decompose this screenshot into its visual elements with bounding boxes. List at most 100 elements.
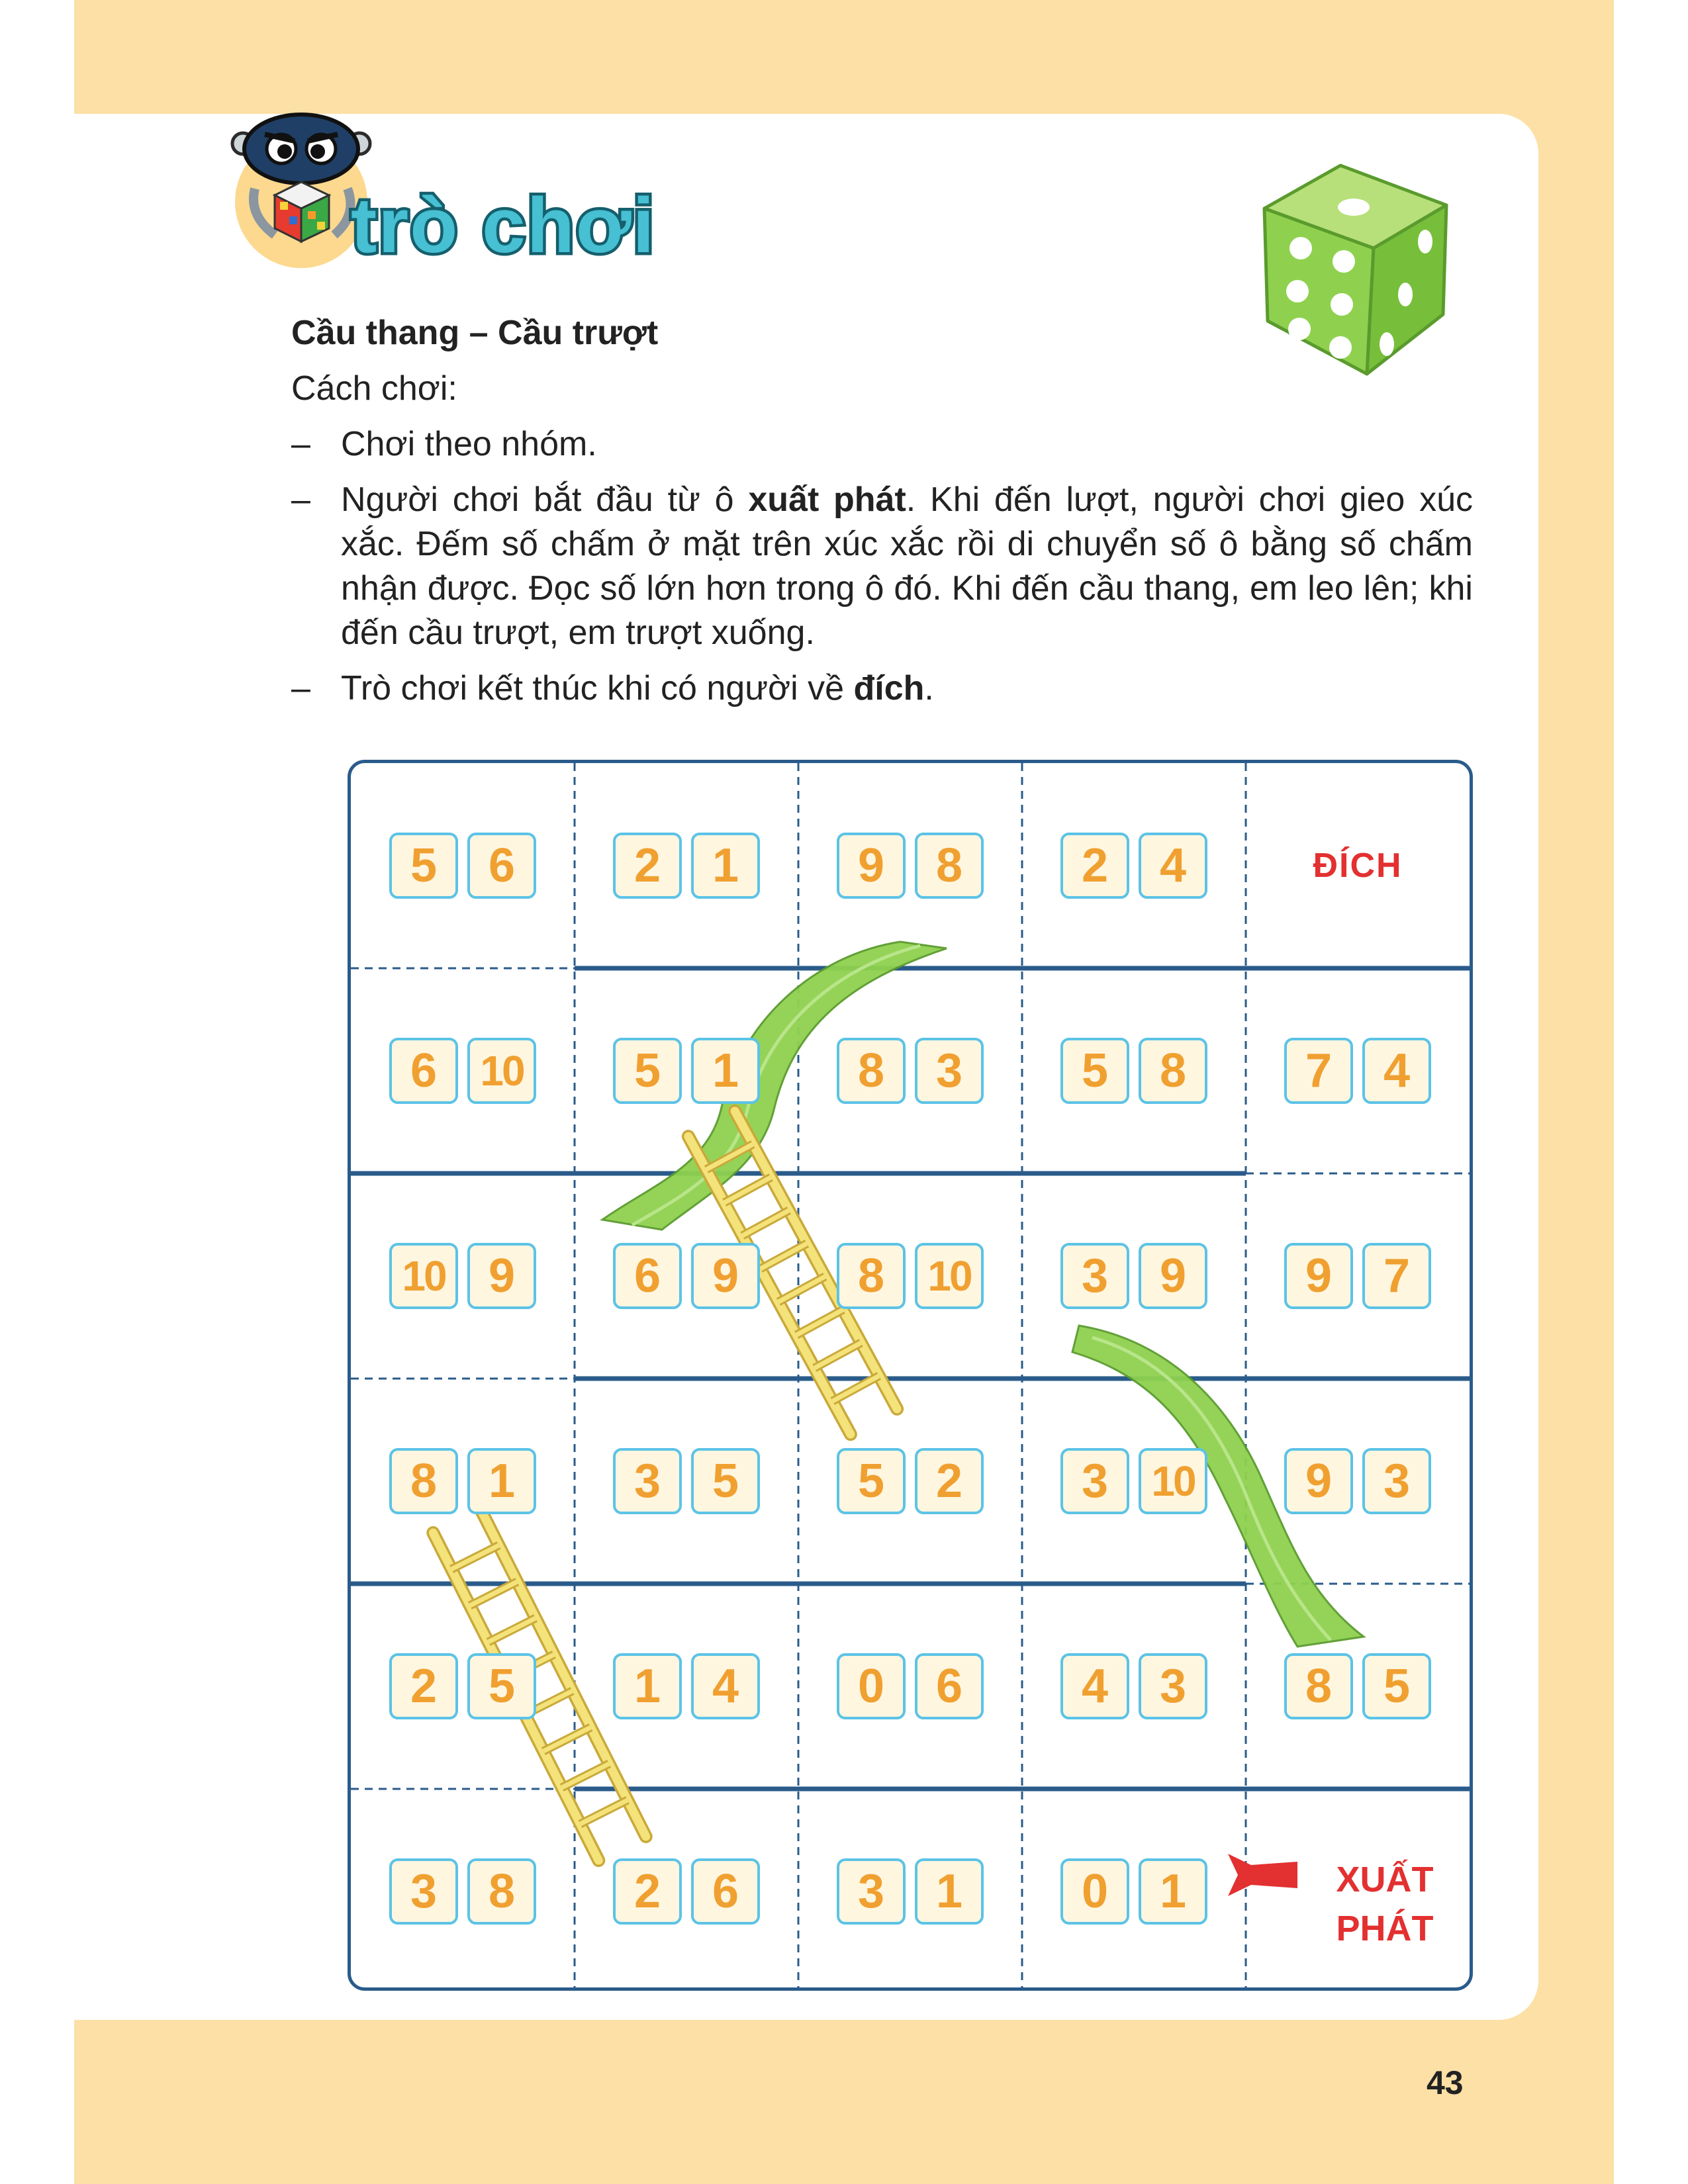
board-cell: 8 10 — [798, 1173, 1022, 1379]
number-tile: 2 — [1060, 833, 1129, 899]
board-cell: 06 — [798, 1584, 1022, 1789]
number-tile: 4 — [1060, 1653, 1129, 1719]
number-tile: 9 — [837, 833, 906, 899]
number-tile: 3 — [1362, 1448, 1431, 1514]
number-tile: 3 — [1060, 1448, 1129, 1514]
number-tile: 1 — [691, 833, 760, 899]
how-to-play-label: Cách chơi: — [291, 369, 457, 408]
number-tile: 10 — [467, 1038, 536, 1104]
board-cell: 39 — [1022, 1173, 1246, 1379]
number-tile: 4 — [1362, 1038, 1431, 1104]
number-tile: 8 — [837, 1038, 906, 1104]
board-cell: 69 — [575, 1173, 798, 1379]
board-cell: 38 — [351, 1789, 575, 1994]
number-tile: 8 — [837, 1243, 906, 1309]
number-tile: 5 — [1060, 1038, 1129, 1104]
game-title: Cầu thang – Cầu trượt — [291, 314, 659, 352]
number-tile: 8 — [915, 833, 984, 899]
rule-item: – Người chơi bắt đầu từ ô xuất phát. Khi … — [291, 478, 1473, 655]
rule-text: Chơi theo nhóm. — [341, 425, 597, 463]
number-tile: 0 — [1060, 1858, 1129, 1925]
rule-text: Người chơi bắt đầu từ ô — [341, 480, 749, 519]
board-cell: 26 — [575, 1789, 798, 1994]
number-tile: 4 — [691, 1653, 760, 1719]
number-tile: 3 — [613, 1448, 682, 1514]
section-title: trò chơi — [348, 182, 657, 269]
number-tile: 9 — [691, 1243, 760, 1309]
board-cell: 81 — [351, 1379, 575, 1584]
number-tile: 3 — [389, 1858, 458, 1925]
number-tile: 5 — [691, 1448, 760, 1514]
number-tile: 9 — [1284, 1243, 1353, 1309]
board-cell: 6 10 — [351, 968, 575, 1173]
number-tile: 5 — [389, 833, 458, 899]
number-tile: 3 — [915, 1038, 984, 1104]
number-tile: 5 — [837, 1448, 906, 1514]
number-tile: 9 — [1139, 1243, 1207, 1309]
number-tile: 1 — [915, 1858, 984, 1925]
board-cell: 3 10 — [1022, 1379, 1246, 1584]
board-cell: 43 — [1022, 1584, 1246, 1789]
board-cell: 24 — [1022, 763, 1246, 968]
number-tile: 6 — [915, 1653, 984, 1719]
number-tile: 7 — [1362, 1243, 1431, 1309]
board-cell: 01 — [1022, 1789, 1246, 1994]
number-tile: 3 — [1139, 1653, 1207, 1719]
page-number: 43 — [1427, 2064, 1464, 2101]
board-cell: 51 — [575, 968, 798, 1173]
rules-list: – Chơi theo nhóm. – Người chơi bắt đầu từ ô… — [291, 422, 1473, 711]
number-tile: 5 — [467, 1653, 536, 1719]
number-tile: 6 — [389, 1038, 458, 1104]
board-cell: 97 — [1246, 1173, 1470, 1379]
number-tile: 7 — [1284, 1038, 1353, 1104]
number-tile: 10 — [1139, 1448, 1207, 1514]
game-board: 5 6 2 1 9 8 2 4 ĐÍCH 6 10 5 1 8 3 5 8 7 4 10 9 6 9 8 10 3 9 9 7 8 1 3 5 5… — [348, 760, 1473, 1991]
rule-dash: – — [291, 480, 310, 519]
rule-dash: – — [291, 425, 310, 463]
rule-text: Trò chơi kết thúc khi có người về — [341, 669, 854, 707]
number-tile: 8 — [389, 1448, 458, 1514]
number-tile: 9 — [467, 1243, 536, 1309]
board-cell: 85 — [1246, 1584, 1470, 1789]
number-tile: 1 — [1139, 1858, 1207, 1925]
board-cell: 21 — [575, 763, 798, 968]
number-tile: 0 — [837, 1653, 906, 1719]
board-cell: 58 — [1022, 968, 1246, 1173]
board-cell: 93 — [1246, 1379, 1470, 1584]
start-label-line: XUẤT — [1336, 1860, 1434, 1899]
start-label-line: PHÁT — [1336, 1909, 1434, 1948]
number-tile: 10 — [389, 1243, 458, 1309]
number-tile: 9 — [1284, 1448, 1353, 1514]
board-cell: 31 — [798, 1789, 1022, 1994]
number-tile: 1 — [613, 1653, 682, 1719]
rule-dash: – — [291, 669, 310, 707]
board-cell: 52 — [798, 1379, 1022, 1584]
instructions: Cầu thang – Cầu trượt Cách chơi: – Chơi t… — [291, 311, 1473, 722]
board-cell: 98 — [798, 763, 1022, 968]
number-tile: 2 — [613, 1858, 682, 1925]
number-tile: 2 — [613, 833, 682, 899]
board-cell: ĐÍCH — [1246, 763, 1470, 968]
number-tile: 6 — [613, 1243, 682, 1309]
board-cell: 83 — [798, 968, 1022, 1173]
number-tile: 8 — [467, 1858, 536, 1925]
number-tile: 2 — [915, 1448, 984, 1514]
finish-label: ĐÍCH — [1313, 846, 1403, 885]
number-tile: 3 — [837, 1858, 906, 1925]
board-cell: 25 — [351, 1584, 575, 1789]
rule-text: . — [924, 669, 934, 707]
number-tile: 4 — [1139, 833, 1207, 899]
number-tile: 1 — [691, 1038, 760, 1104]
rule-item: – Trò chơi kết thúc khi có người về đích. — [291, 666, 1473, 711]
start-label: XUẤT PHÁT — [1286, 1855, 1484, 1953]
rule-keyword: xuất phát — [748, 480, 906, 519]
number-tile: 8 — [1284, 1653, 1353, 1719]
number-tile: 5 — [1362, 1653, 1431, 1719]
board-cell: 10 9 — [351, 1173, 575, 1379]
number-tile: 8 — [1139, 1038, 1207, 1104]
number-tile: 3 — [1060, 1243, 1129, 1309]
number-tile: 6 — [467, 833, 536, 899]
board-cell: 74 — [1246, 968, 1470, 1173]
number-tile: 1 — [467, 1448, 536, 1514]
number-tile: 5 — [613, 1038, 682, 1104]
